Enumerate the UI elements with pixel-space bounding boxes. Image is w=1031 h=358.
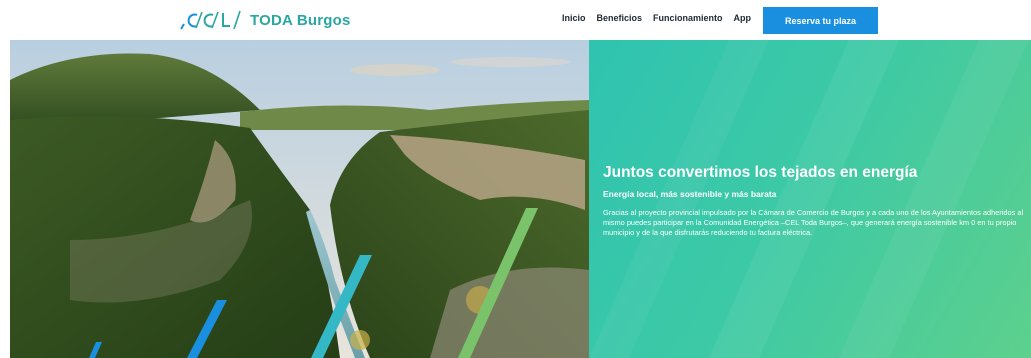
hero-title: Juntos convertimos los tejados en energí… — [603, 164, 918, 181]
nav-link-app[interactable]: App — [734, 13, 752, 23]
nav-link-funcionamiento[interactable]: Funcionamiento — [653, 13, 723, 23]
site-header: TODA Burgos Inicio Beneficios Funcionami… — [0, 0, 1031, 40]
reserve-spot-button[interactable]: Reserva tu plaza — [763, 7, 878, 34]
nav-link-beneficios[interactable]: Beneficios — [597, 13, 643, 23]
hero-text: Juntos convertimos los tejados en energí… — [603, 164, 1031, 239]
logo-brand-text: TODA Burgos — [250, 11, 351, 29]
nav-link-inicio[interactable]: Inicio — [562, 13, 586, 23]
cel-logo-icon — [180, 10, 250, 30]
hero-description: Gracias al proyecto provincial impulsado… — [603, 208, 1024, 238]
hero-text-panel: Juntos convertimos los tejados en energí… — [589, 40, 1031, 358]
hero-subtitle: Energía local, más sostenible y más bara… — [603, 189, 777, 199]
main-nav: Inicio Beneficios Funcionamiento App — [562, 13, 751, 23]
canyon-landscape-image — [10, 40, 589, 358]
site-logo[interactable]: TODA Burgos — [180, 10, 351, 30]
